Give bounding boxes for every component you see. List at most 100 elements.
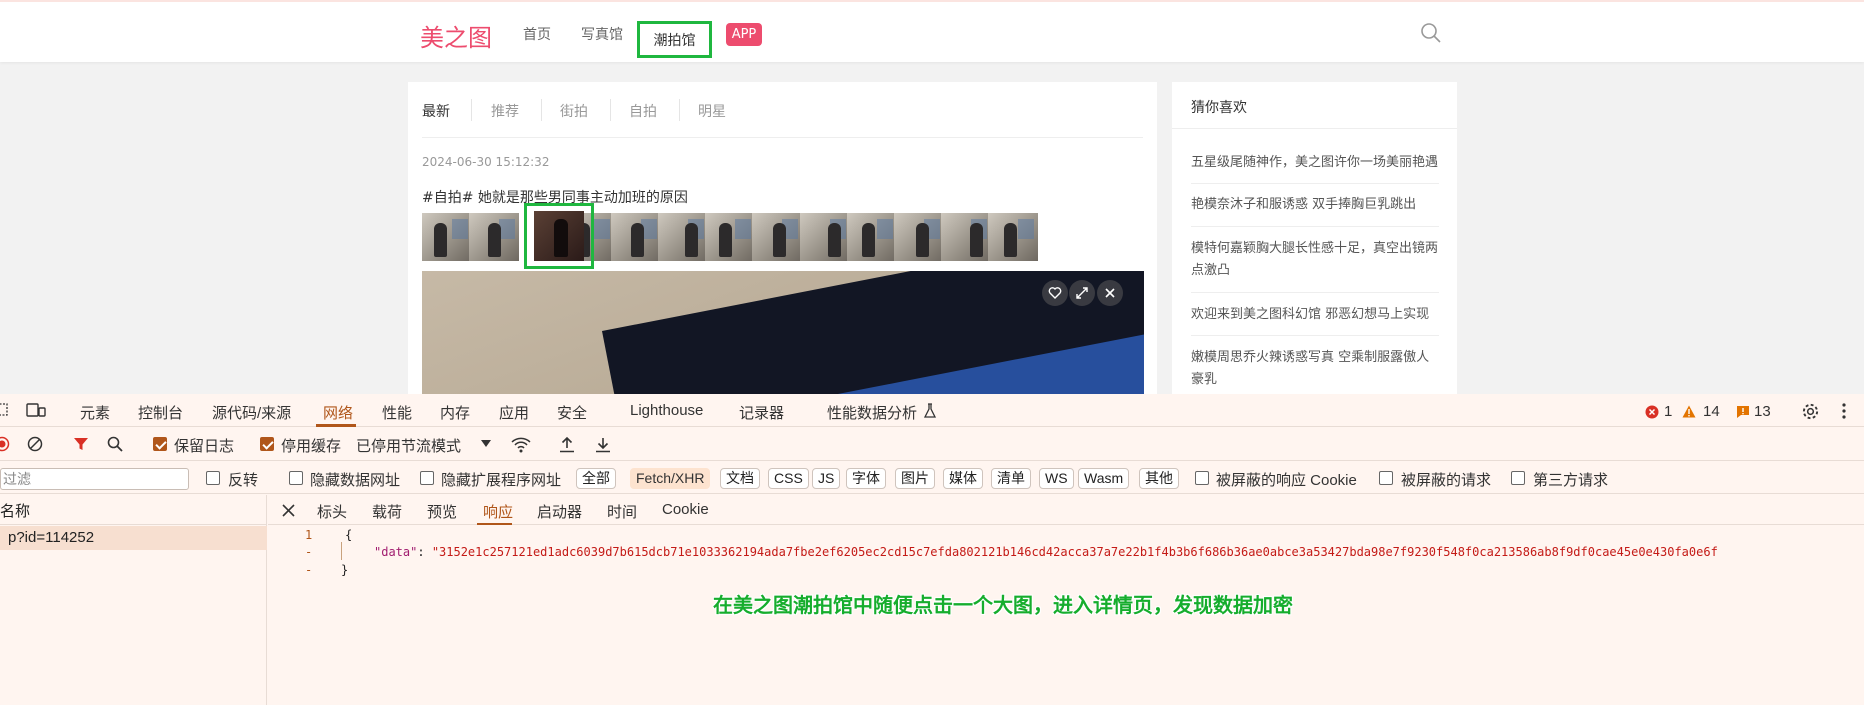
filter-chip-img[interactable]: 图片 (895, 468, 935, 489)
tab-initiator[interactable]: 启动器 (537, 501, 582, 522)
thumbnail[interactable] (705, 213, 756, 261)
issues-count[interactable]: 13 (1754, 403, 1771, 420)
response-body[interactable]: 1 { - "data": "3152e1c257121ed1adc6039d7… (268, 528, 1864, 588)
devtools-tab-security[interactable]: 安全 (557, 402, 587, 423)
filter-chip-all[interactable]: 全部 (576, 468, 616, 489)
filter-chip-css[interactable]: CSS (768, 468, 809, 489)
thumbnail[interactable] (422, 213, 472, 261)
filter-chip-font[interactable]: 字体 (846, 468, 886, 489)
close-icon[interactable] (1097, 280, 1123, 306)
error-count[interactable]: 1 (1664, 403, 1672, 420)
third-party-checkbox[interactable] (1511, 471, 1525, 485)
throttle-select[interactable]: 已停用节流模式 (356, 435, 461, 456)
post-title[interactable]: #自拍# 她就是那些男同事主动加班的原因 (422, 187, 688, 207)
device-toolbar-icon[interactable] (26, 402, 46, 418)
thumbnail[interactable] (752, 213, 803, 261)
invert-checkbox[interactable] (206, 471, 220, 485)
request-row[interactable]: p?id=114252 (0, 526, 267, 550)
thumbnail-selected[interactable] (534, 211, 584, 261)
line-number: 1 (305, 528, 313, 542)
filter-input[interactable]: 过滤 (0, 468, 189, 490)
nav-home[interactable]: 首页 (523, 24, 551, 44)
export-har-icon[interactable] (595, 436, 611, 453)
thumbnail[interactable] (988, 213, 1039, 261)
divider (1172, 128, 1457, 129)
filter-chip-other[interactable]: 其他 (1139, 468, 1179, 489)
devtools-tab-elements[interactable]: 元素 (80, 402, 110, 423)
thumbnail[interactable] (894, 213, 944, 261)
tab-stars[interactable]: 明星 (698, 101, 726, 121)
blocked-cookies-checkbox[interactable] (1195, 471, 1209, 485)
tab-divider (610, 99, 611, 121)
nav-app-badge[interactable]: APP (726, 23, 762, 46)
filter-chip-fetch-xhr[interactable]: Fetch/XHR (630, 468, 711, 489)
filter-chip-js[interactable]: JS (812, 468, 841, 489)
clear-icon[interactable] (27, 436, 43, 452)
filter-chip-media[interactable]: 媒体 (943, 468, 983, 489)
thumbnail[interactable] (469, 213, 520, 261)
tab-timing[interactable]: 时间 (607, 501, 637, 522)
disable-cache-checkbox[interactable] (260, 437, 274, 451)
site-logo[interactable]: 美之图 (420, 18, 492, 53)
devtools-tab-performance[interactable]: 性能 (382, 402, 412, 423)
flask-icon (923, 403, 937, 418)
inspect-element-icon[interactable] (0, 402, 10, 418)
devtools-tab-memory[interactable]: 内存 (440, 402, 470, 423)
tab-response[interactable]: 响应 (483, 501, 513, 522)
recommend-item[interactable]: 欢迎来到美之图科幻馆 邪恶幻想马上实现 (1191, 304, 1439, 326)
tab-selfie[interactable]: 自拍 (629, 101, 657, 121)
tab-payload[interactable]: 载荷 (372, 501, 402, 522)
site-header: 美之图 首页 写真馆 潮拍馆 APP (0, 0, 1864, 62)
main-photo[interactable] (422, 271, 1144, 412)
recommend-item[interactable]: 艳模奈沐子和服诱惑 双手捧胸巨乳跳出 (1191, 194, 1439, 216)
third-party-label: 第三方请求 (1533, 472, 1609, 489)
devtools-tab-sources[interactable]: 源代码/来源 (212, 402, 291, 423)
expand-icon[interactable] (1069, 280, 1095, 306)
thumbnail[interactable] (846, 213, 897, 261)
error-icon (1645, 405, 1659, 419)
nav-photo-gallery[interactable]: 写真馆 (581, 24, 623, 44)
devtools-tab-application[interactable]: 应用 (499, 402, 529, 423)
hide-data-urls-checkbox[interactable] (289, 471, 303, 485)
nav-trend-gallery[interactable]: 潮拍馆 (637, 21, 712, 58)
tab-cookies[interactable]: Cookie (662, 501, 709, 518)
warning-count[interactable]: 14 (1703, 403, 1720, 420)
devtools-tab-lighthouse[interactable]: Lighthouse (630, 402, 703, 419)
thumbnail[interactable] (799, 213, 850, 261)
more-menu-icon[interactable] (1840, 402, 1848, 420)
record-icon[interactable] (0, 436, 10, 452)
devtools-tab-recorder[interactable]: 记录器 (739, 402, 784, 423)
tab-recommended[interactable]: 推荐 (491, 101, 519, 121)
devtools-tab-console[interactable]: 控制台 (138, 402, 183, 423)
close-icon[interactable] (282, 504, 295, 517)
import-har-icon[interactable] (559, 436, 575, 453)
hide-ext-urls-checkbox[interactable] (420, 471, 434, 485)
search-icon[interactable] (107, 436, 123, 452)
tab-street[interactable]: 街拍 (560, 101, 588, 121)
preserve-log-checkbox[interactable] (153, 437, 167, 451)
tab-headers[interactable]: 标头 (317, 501, 347, 522)
gear-icon[interactable] (1801, 402, 1820, 421)
filter-chip-ws[interactable]: WS (1039, 468, 1074, 489)
devtools-tab-network[interactable]: 网络 (323, 402, 353, 423)
chevron-down-icon[interactable] (481, 440, 491, 448)
tab-latest[interactable]: 最新 (422, 101, 450, 121)
recommend-item[interactable]: 五星级尾随神作，美之图许你一场美丽艳遇 (1191, 152, 1439, 174)
filter-icon[interactable] (73, 436, 89, 452)
filter-chip-wasm[interactable]: Wasm (1078, 468, 1130, 489)
recommend-item[interactable]: 模特何嘉颖胸大腿长性感十足，真空出镜两点激凸 (1191, 238, 1439, 282)
thumbnail[interactable] (610, 213, 661, 261)
column-header-name[interactable]: 名称 (0, 495, 267, 525)
blocked-requests-checkbox[interactable] (1379, 471, 1393, 485)
thumbnail[interactable] (941, 213, 992, 261)
tab-preview[interactable]: 预览 (427, 501, 457, 522)
thumbnail[interactable] (658, 213, 708, 261)
json-key: "data" (374, 545, 418, 559)
recommend-item[interactable]: 嫩模周思乔火辣诱惑写真 空乘制服露傲人豪乳 (1191, 347, 1439, 391)
search-icon[interactable] (1420, 22, 1442, 44)
network-conditions-icon[interactable] (511, 436, 531, 453)
filter-chip-manifest[interactable]: 清单 (991, 468, 1031, 489)
filter-chip-doc[interactable]: 文档 (720, 468, 760, 489)
devtools-tab-perf-insights[interactable]: 性能数据分析 (827, 402, 917, 423)
heart-icon[interactable] (1042, 280, 1068, 306)
